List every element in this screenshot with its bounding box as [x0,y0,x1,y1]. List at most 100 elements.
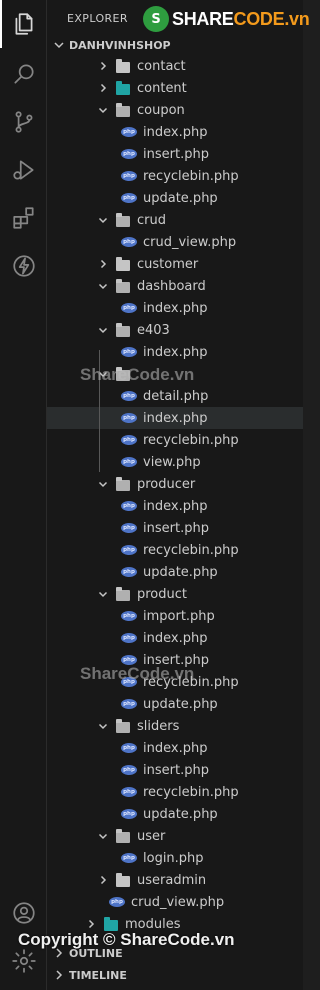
chevron-down-icon [95,828,111,844]
tree-file-row[interactable]: php index.php [47,627,303,649]
tree-folder-row[interactable]: customer [47,253,303,275]
tree-file-row[interactable]: php import.php [47,605,303,627]
php-file-icon: php [121,652,137,668]
tree-folder-row[interactable]: product [47,583,303,605]
tree-folder-row[interactable]: useradmin [47,869,303,891]
tree-folder-row[interactable]: producer [47,473,303,495]
tree-file-row[interactable]: php view.php [47,451,303,473]
tree-item-label: e403 [137,322,170,338]
tree-file-row[interactable]: php index.php [47,121,303,143]
indent-guide [99,350,100,472]
run-debug-icon[interactable] [0,146,47,194]
php-file-icon: php [121,410,137,426]
tree-item-label: insert.php [143,146,209,162]
tree-item-label: recyclebin.php [143,674,239,690]
tree-file-row[interactable]: php update.php [47,561,303,583]
tree-file-row[interactable]: php insert.php [47,143,303,165]
folder-icon [115,718,131,734]
php-file-icon: php [121,168,137,184]
php-file-icon: php [121,344,137,360]
php-file-icon: php [121,498,137,514]
php-file-icon: php [121,124,137,140]
folder-icon [115,58,131,74]
tree-item-label: useradmin [137,872,207,888]
thunder-icon[interactable] [0,242,47,290]
chevron-down-icon [51,37,67,53]
tree-item-label: insert.php [143,762,209,778]
folder-icon [115,366,131,382]
sidebar-title: EXPLORER [67,12,128,25]
tree-item-label: contact [137,58,186,74]
tree-file-row[interactable]: php recyclebin.php [47,165,303,187]
tree-item-label: coupon [137,102,185,118]
tree-item-label: dashboard [137,278,206,294]
tree-file-row[interactable]: php insert.php [47,649,303,671]
tree-item-label: index.php [143,630,208,646]
tree-item-label: content [137,80,187,96]
tree-file-row[interactable]: php update.php [47,187,303,209]
timeline-label: TIMELINE [69,968,127,982]
php-file-icon: php [121,740,137,756]
tree-file-row[interactable]: php index.php [47,737,303,759]
sharecode-logo-icon: S [143,6,169,32]
tree-item-label: product [137,586,188,602]
tree-item-label: insert.php [143,520,209,536]
tree-file-row[interactable]: php insert.php [47,759,303,781]
chevron-down-icon [95,102,111,118]
tree-item-label: crud [137,212,166,228]
tree-file-row[interactable]: php index.php [47,297,303,319]
php-file-icon: php [121,608,137,624]
explorer-sidebar: EXPLORER S SHARECODE.vn DANHVINHSHOP con… [47,0,310,990]
tree-folder-row[interactable] [47,363,303,385]
tree-folder-row[interactable]: e403 [47,319,303,341]
folder-icon [115,212,131,228]
tree-item-label: index.php [143,498,208,514]
tree-item-label: view.php [143,454,201,470]
tree-folder-row[interactable]: coupon [47,99,303,121]
tree-folder-row[interactable]: contact [47,55,303,77]
tree-item-label: import.php [143,608,215,624]
search-icon[interactable] [0,50,47,98]
tree-file-row[interactable]: php detail.php [47,385,303,407]
php-file-icon: php [121,696,137,712]
copyright-watermark: Copyright © ShareCode.vn [18,930,235,949]
folder-icon [115,828,131,844]
php-file-icon: php [121,388,137,404]
php-file-icon: php [109,894,125,910]
tree-folder-row[interactable]: dashboard [47,275,303,297]
tree-file-row[interactable]: php login.php [47,847,303,869]
tree-file-row[interactable]: php index.php [47,495,303,517]
tree-file-row[interactable]: php recyclebin.php [47,671,303,693]
tree-file-row[interactable]: php recyclebin.php [47,429,303,451]
tree-file-row[interactable]: php recyclebin.php [47,539,303,561]
timeline-section-header[interactable]: TIMELINE [47,964,303,986]
chevron-down-icon [95,322,111,338]
tree-item-label: index.php [143,300,208,316]
php-file-icon: php [121,564,137,580]
folder-icon [115,872,131,888]
tree-file-row[interactable]: php crud_view.php [47,891,303,913]
tree-folder-row[interactable]: crud [47,209,303,231]
php-file-icon: php [121,190,137,206]
php-file-icon: php [121,630,137,646]
tree-item-label: update.php [143,564,218,580]
explorer-icon[interactable] [0,0,47,48]
workspace-root-header[interactable]: DANHVINHSHOP [47,34,303,56]
tree-file-row[interactable]: php update.php [47,693,303,715]
tree-file-row[interactable]: php index.php [47,341,303,363]
tree-file-row[interactable]: php crud_view.php [47,231,303,253]
tree-folder-row[interactable]: sliders [47,715,303,737]
tree-item-label: recyclebin.php [143,542,239,558]
tree-file-row[interactable]: php update.php [47,803,303,825]
tree-item-label: recyclebin.php [143,784,239,800]
extensions-icon[interactable] [0,194,47,242]
chevron-down-icon [95,212,111,228]
folder-icon [115,102,131,118]
tree-item-label: insert.php [143,652,209,668]
tree-file-row[interactable]: php insert.php [47,517,303,539]
source-control-icon[interactable] [0,98,47,146]
tree-file-row[interactable]: php recyclebin.php [47,781,303,803]
tree-folder-row[interactable]: user [47,825,303,847]
tree-folder-row[interactable]: content [47,77,303,99]
tree-file-row[interactable]: php index.php [47,407,303,429]
